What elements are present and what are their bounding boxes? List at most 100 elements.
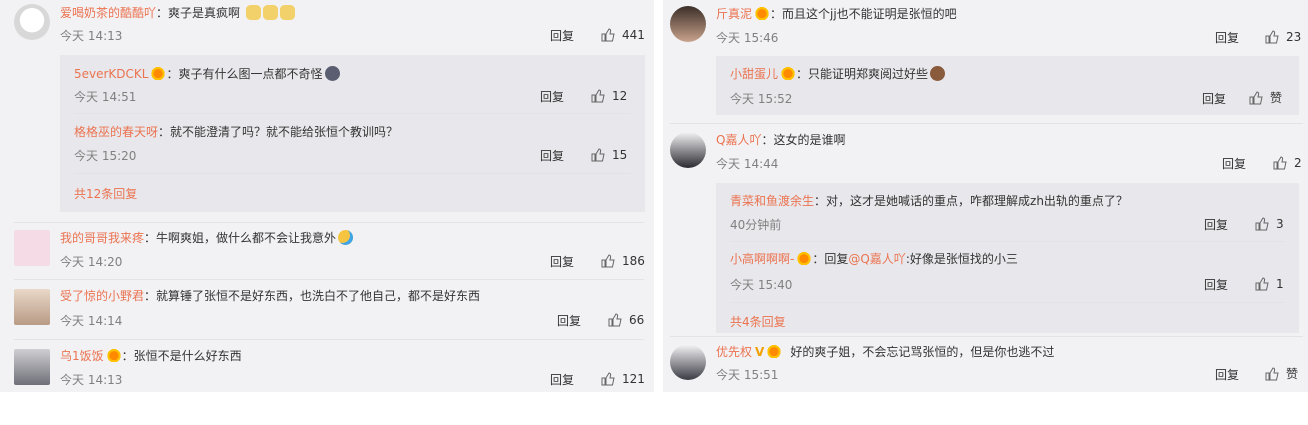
username-link[interactable]: 我的哥哥我来疼: [60, 231, 144, 245]
username-link[interactable]: 爱喝奶茶的酷酷吖: [60, 6, 156, 20]
more-replies-link[interactable]: 共12条回复: [74, 186, 137, 202]
thumbs-up-icon: [591, 89, 605, 103]
username-link[interactable]: 乌1饭饭: [60, 349, 104, 363]
like-button[interactable]: 15: [590, 147, 627, 163]
like-button[interactable]: 12: [590, 88, 627, 104]
username-link[interactable]: 优先权: [716, 345, 752, 359]
divider: [670, 336, 1303, 337]
left-comment-column: 爱喝奶茶的酷酷吖：爽子是真疯啊 今天 14:13 回复 441 5everKDC…: [0, 0, 654, 392]
thumbs-up-icon: [601, 28, 615, 42]
like-count: 赞: [1286, 367, 1299, 381]
horse-emoji-icon: [930, 66, 946, 81]
thumbs-up-icon: [591, 148, 605, 162]
badge-icon: [766, 344, 783, 358]
comment-text: ：而且这个jj也不能证明是张恒的吧: [770, 7, 957, 21]
reply-time: 今天 15:52: [730, 92, 793, 106]
reply-list: 小甜蛋儿 ：只能证明郑爽阅过好些 今天 15:52 回复 赞: [716, 56, 1299, 115]
username-link[interactable]: Q嘉人吖: [716, 133, 761, 147]
username-link[interactable]: 受了惊的小野君: [60, 289, 144, 303]
divider: [74, 113, 631, 114]
reply-button[interactable]: 回复: [1215, 367, 1239, 383]
reply-button[interactable]: 回复: [1202, 91, 1226, 107]
badge-icon: [150, 66, 167, 80]
cry-emoji-icon: [338, 230, 354, 245]
thumbs-up-icon: [1265, 30, 1279, 44]
like-count: 12: [612, 89, 628, 103]
divider: [14, 222, 644, 223]
like-button[interactable]: 23: [1264, 29, 1301, 45]
reply-button[interactable]: 回复: [557, 313, 581, 329]
more-replies-link[interactable]: 共4条回复: [730, 314, 786, 330]
avatar[interactable]: [14, 4, 50, 40]
username-link[interactable]: 青菜和鱼渡余生: [730, 194, 814, 208]
reply-button[interactable]: 回复: [540, 148, 564, 164]
like-button[interactable]: 赞: [1248, 90, 1282, 106]
comment-text: 好的爽子姐，不会忘记骂张恒的，但是你也逃不过: [790, 345, 1055, 359]
divider: [730, 241, 1285, 242]
avatar[interactable]: [14, 289, 50, 325]
mention-link[interactable]: @Q嘉人吖: [848, 252, 905, 266]
reply-text: ：爽子有什么图一点都不奇怪: [166, 67, 323, 81]
avatar[interactable]: [14, 349, 50, 385]
username-link[interactable]: 小甜蛋儿: [730, 67, 778, 81]
reply-text: ：就不能澄清了吗？就不能给张恒个教训吗？: [158, 125, 399, 139]
reply-button[interactable]: 回复: [550, 28, 574, 44]
username-link[interactable]: 斤真泥: [716, 7, 752, 21]
like-button[interactable]: 赞: [1264, 366, 1298, 382]
badge-icon: [796, 251, 813, 265]
reply-time: 今天 15:40: [730, 278, 793, 292]
comment-time: 今天 14:14: [60, 314, 123, 328]
reply-text: ：对，这才是她喊话的重点，咋都理解成zh出轨的重点了？: [814, 194, 1128, 208]
right-comment-column: 斤真泥 ：而且这个jj也不能证明是张恒的吧 今天 15:46 回复 23 小甜蛋儿…: [663, 0, 1308, 392]
reply-text: ：回复: [812, 252, 849, 266]
like-button[interactable]: 441: [600, 27, 645, 43]
comment-time: 今天 14:13: [60, 29, 123, 43]
like-button[interactable]: 66: [607, 312, 644, 328]
like-count: 23: [1286, 30, 1302, 44]
reply-button[interactable]: 回复: [1222, 156, 1246, 172]
comment-text: ：张恒不是什么好东西: [121, 349, 242, 363]
badge-icon: [780, 66, 797, 80]
thumbs-up-icon: [1273, 156, 1287, 170]
like-count: 3: [1276, 217, 1284, 231]
reply-button[interactable]: 回复: [550, 254, 574, 270]
comment-time: 今天 15:46: [716, 31, 779, 45]
avatar[interactable]: [14, 230, 50, 266]
like-count: 186: [622, 254, 645, 268]
like-button[interactable]: 186: [600, 253, 645, 269]
badge-icon: [754, 6, 771, 20]
comment-text: ：牛啊爽姐，做什么都不会让我意外: [144, 231, 337, 245]
reply-time: 今天 15:20: [74, 149, 137, 163]
reply-list: 5everKDCKL ：爽子有什么图一点都不奇怪 今天 14:51 回复 12 格…: [60, 55, 645, 212]
reply-button[interactable]: 回复: [1204, 277, 1228, 293]
username-link[interactable]: 5everKDCKL: [74, 67, 148, 81]
comment-time: 今天 15:51: [716, 368, 779, 382]
comment-text: ：这女的是谁啊: [761, 133, 846, 147]
divider: [14, 339, 644, 340]
username-link[interactable]: 小高啊啊啊-: [730, 252, 794, 266]
cat-emoji-icon: [262, 5, 278, 20]
reply-button[interactable]: 回复: [1204, 217, 1228, 233]
avatar[interactable]: [670, 132, 706, 168]
reply-button[interactable]: 回复: [550, 372, 574, 388]
reply-button[interactable]: 回复: [1215, 30, 1239, 46]
like-button[interactable]: 121: [600, 371, 645, 387]
like-button[interactable]: 2: [1272, 155, 1302, 171]
comment-time: 今天 14:44: [716, 157, 779, 171]
avatar[interactable]: [670, 6, 706, 42]
thumbs-up-icon: [601, 254, 615, 268]
thumbs-up-icon: [608, 313, 622, 327]
username-link[interactable]: 格格巫的春天呀: [74, 125, 158, 139]
like-count: 121: [622, 372, 645, 386]
reply-button[interactable]: 回复: [540, 89, 564, 105]
avatar[interactable]: [670, 344, 706, 380]
thumbs-up-icon: [1249, 91, 1263, 105]
like-count: 441: [622, 28, 645, 42]
divider: [730, 302, 1285, 303]
reply-list: 青菜和鱼渡余生：对，这才是她喊话的重点，咋都理解成zh出轨的重点了？ 40分钟前…: [716, 183, 1299, 333]
divider: [14, 279, 644, 280]
like-button[interactable]: 3: [1254, 216, 1284, 232]
like-button[interactable]: 1: [1254, 276, 1284, 292]
comment-time: 今天 14:20: [60, 255, 123, 269]
vip-icon: V: [755, 345, 765, 359]
